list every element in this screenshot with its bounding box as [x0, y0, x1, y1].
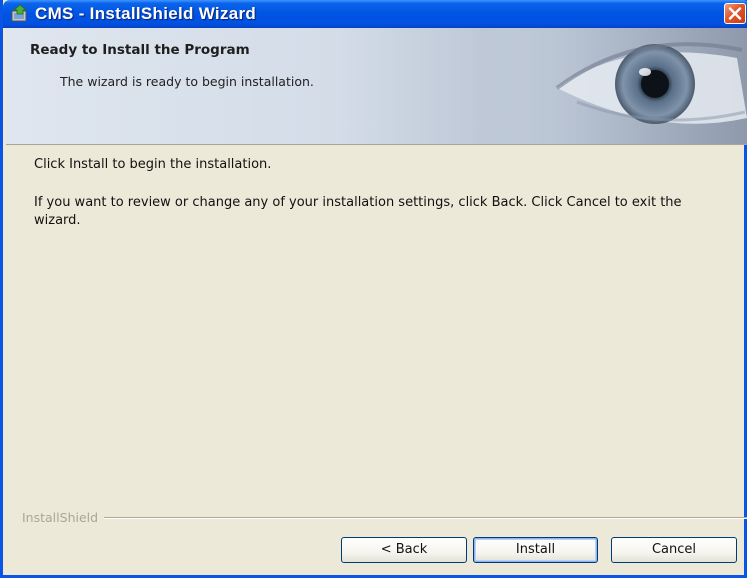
banner-title: Ready to Install the Program — [30, 42, 250, 58]
installshield-brand-divider: InstallShield — [6, 510, 747, 525]
close-button[interactable] — [724, 3, 746, 24]
title-bar[interactable]: CMS - InstallShield Wizard — [3, 0, 747, 28]
installshield-wizard-window: CMS - InstallShield Wizard Ready to Inst… — [0, 0, 747, 578]
eye-graphic — [487, 28, 747, 144]
close-icon — [728, 7, 742, 20]
divider-line — [22, 517, 747, 519]
installer-icon — [11, 5, 28, 22]
instruction-text: Click Install to begin the installation. — [34, 157, 272, 172]
window-title: CMS - InstallShield Wizard — [35, 4, 257, 23]
cancel-button[interactable]: Cancel — [611, 537, 737, 563]
header-banner: Ready to Install the Program The wizard … — [6, 28, 747, 145]
install-button[interactable]: Install — [473, 537, 598, 563]
brand-label: InstallShield — [22, 510, 105, 525]
back-button[interactable]: < Back — [341, 537, 467, 563]
banner-subtitle: The wizard is ready to begin installatio… — [60, 74, 314, 89]
review-text: If you want to review or change any of y… — [34, 195, 682, 228]
